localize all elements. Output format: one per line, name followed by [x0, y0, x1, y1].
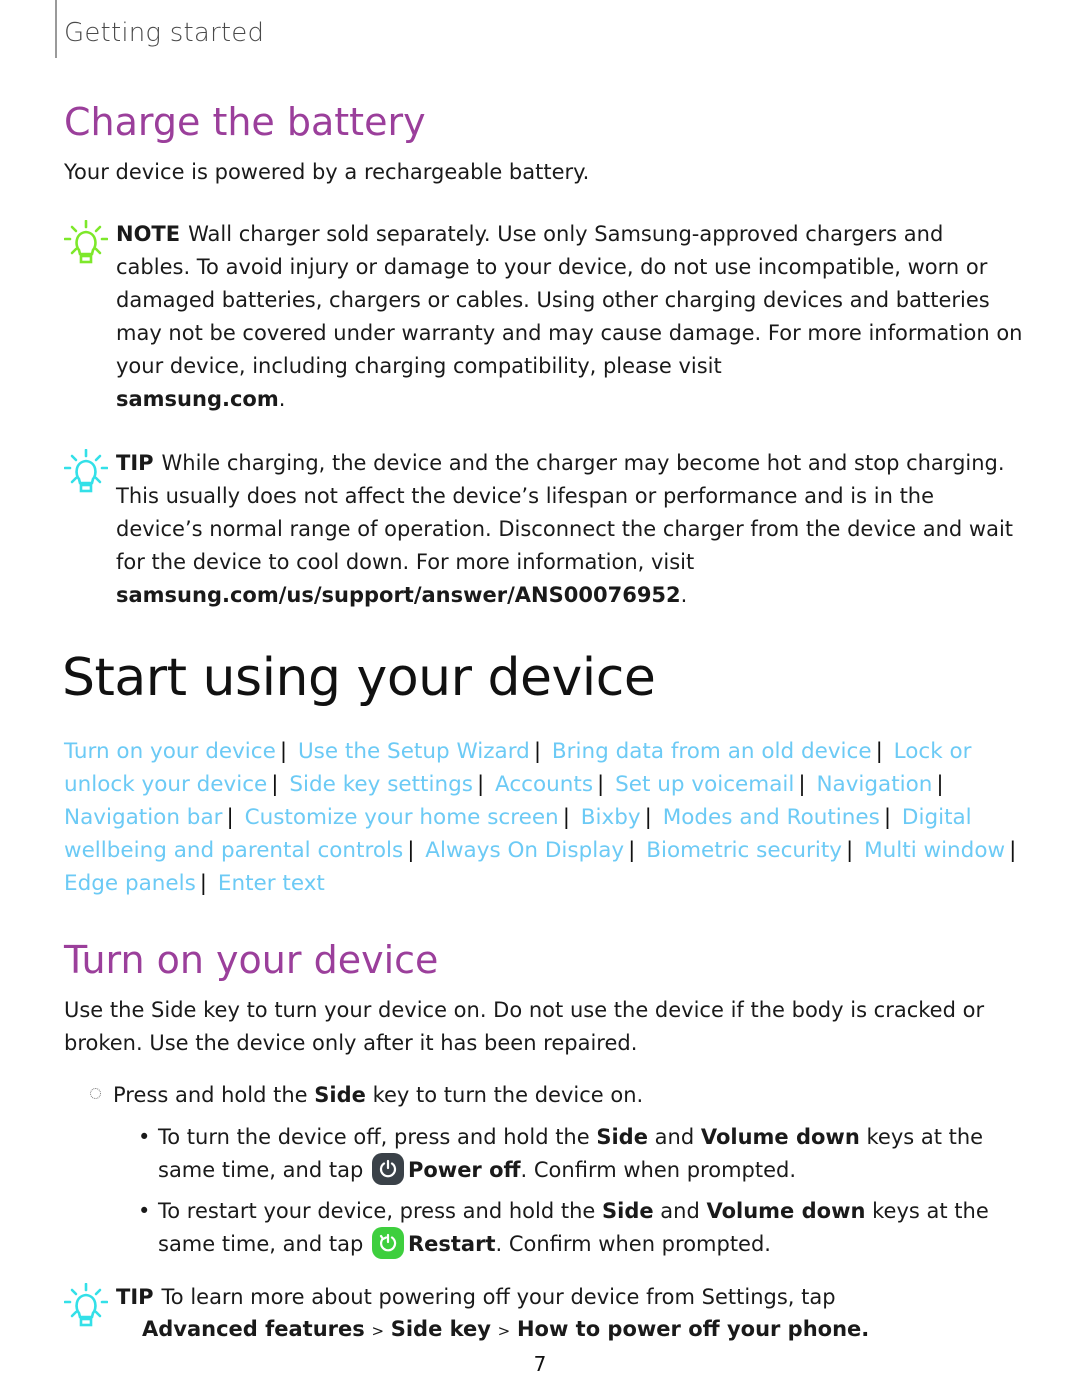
topic-link[interactable]: Bixby [581, 805, 641, 830]
note-block: NOTE Wall charger sold separately. Use on… [64, 218, 1024, 416]
lightbulb-note-icon [64, 220, 108, 264]
restart-label: Restart [407, 1232, 496, 1256]
tip-text: To learn more about powering off your de… [161, 1285, 836, 1309]
tip-label: TIP [116, 1285, 154, 1309]
step-ring-icon [90, 1088, 101, 1099]
settings-path: Advanced features > Side key > How to po… [142, 1313, 1024, 1347]
power-off-label: Power off [407, 1158, 521, 1182]
note-label: NOTE [116, 222, 181, 246]
tip-label: TIP [116, 451, 154, 475]
note-link[interactable]: samsung.com [116, 387, 279, 411]
topic-link[interactable]: Use the Setup Wizard [298, 739, 530, 764]
restart-icon [371, 1227, 404, 1259]
tip-block-charging: TIP While charging, the device and the ch… [64, 447, 1024, 612]
link-separator: | [533, 739, 542, 764]
topic-link[interactable]: Always On Display [425, 838, 624, 863]
bullet-pre: To turn the device off, press and hold t… [158, 1125, 590, 1149]
link-separator: | [628, 838, 636, 863]
topic-link[interactable]: Set up voicemail [615, 772, 794, 797]
lightbulb-tip-icon [64, 449, 108, 493]
topic-link[interactable]: Navigation bar [64, 805, 222, 830]
path-sep: > [371, 1322, 385, 1340]
link-separator: | [226, 805, 234, 830]
topic-link[interactable]: Bring data from an old device [552, 739, 872, 764]
topic-link[interactable]: Multi window [864, 838, 1005, 863]
topic-link[interactable]: Navigation [816, 772, 932, 797]
link-separator: | [883, 805, 892, 830]
link-separator: | [562, 805, 570, 830]
topic-link[interactable]: Modes and Routines [663, 805, 880, 830]
start-using-title: Start using your device [62, 648, 656, 708]
bullet-and: and [654, 1125, 695, 1149]
tip-block-power-off: TIP To learn more about powering off your… [64, 1281, 1024, 1347]
topic-link[interactable]: Enter text [218, 871, 325, 896]
path-advanced-features: Advanced features [142, 1317, 365, 1341]
page-number: 7 [533, 1352, 547, 1376]
bullet-restart: • To restart your device, press and hold… [138, 1196, 1028, 1260]
bullet-power-off: • To turn the device off, press and hold… [138, 1122, 1028, 1186]
power-off-icon [371, 1153, 404, 1185]
running-head: Getting started [64, 18, 265, 48]
link-separator: | [407, 838, 415, 863]
bullet-dot: • [138, 1199, 151, 1223]
path-sep: > [497, 1322, 511, 1340]
note-end: . [278, 387, 286, 411]
link-separator: | [199, 871, 208, 896]
topic-link[interactable]: Accounts [495, 772, 593, 797]
topic-link[interactable]: Biometric security [646, 838, 842, 863]
turn-on-intro: Use the Side key to turn your device on.… [64, 998, 985, 1055]
topic-link[interactable]: Side key settings [289, 772, 473, 797]
link-separator: | [846, 838, 854, 863]
step-item: Press and hold the Side key to turn the … [90, 1079, 643, 1112]
topic-link[interactable]: Edge panels [64, 871, 196, 896]
key-volume-down: Volume down [700, 1125, 860, 1149]
turn-on-heading: Turn on your device [64, 938, 439, 982]
tip-text: While charging, the device and the charg… [116, 451, 1014, 574]
link-separator: | [644, 805, 652, 830]
link-separator: | [476, 772, 485, 797]
topic-link[interactable]: Customize your home screen [245, 805, 559, 830]
lightbulb-tip-icon [64, 1283, 108, 1327]
link-separator: | [1009, 838, 1017, 863]
bullet-and: and [660, 1199, 700, 1223]
bullet-post: . Confirm when prompted. [495, 1232, 771, 1256]
charge-battery-heading: Charge the battery [64, 100, 426, 144]
path-how-to-power-off: How to power off your phone [516, 1317, 862, 1341]
charge-intro: Your device is powered by a rechargeable… [64, 160, 590, 184]
link-separator: | [279, 739, 288, 764]
bullet-pre: To restart your device, press and hold t… [158, 1199, 596, 1223]
link-separator: | [936, 772, 944, 797]
bullet-dot: • [138, 1125, 151, 1149]
step-post: key to turn the device on. [372, 1083, 644, 1107]
link-separator: | [271, 772, 279, 797]
key-volume-down: Volume down [706, 1199, 866, 1223]
tip-end: . [680, 583, 688, 607]
link-separator: | [597, 772, 605, 797]
note-text: Wall charger sold separately. Use only S… [116, 222, 1023, 378]
bullet-post: . Confirm when prompted. [520, 1158, 797, 1182]
key-side: Side [596, 1125, 648, 1149]
link-separator: | [875, 739, 883, 764]
tip-support-link[interactable]: samsung.com/us/support/answer/ANS0007695… [116, 583, 681, 607]
path-end: . [861, 1317, 870, 1341]
header-rule [55, 0, 57, 58]
step-key: Side [314, 1083, 366, 1107]
key-side: Side [602, 1199, 654, 1223]
link-separator: | [798, 772, 806, 797]
step-pre: Press and hold the [113, 1083, 308, 1107]
topic-links: Turn on your device | Use the Setup Wizar… [64, 735, 1024, 900]
path-side-key: Side key [390, 1317, 491, 1341]
topic-link[interactable]: Turn on your device [64, 739, 276, 764]
